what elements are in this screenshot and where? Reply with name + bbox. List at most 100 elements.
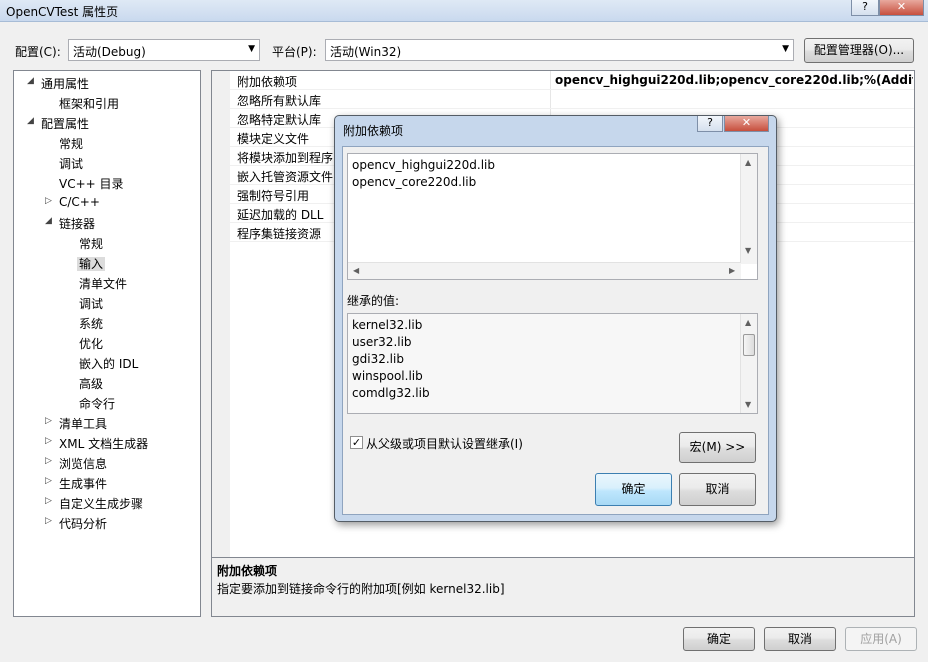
config-label: 配置(C): [15, 45, 61, 59]
tree-item[interactable]: ▷ 生成事件 [45, 475, 108, 492]
tree-item[interactable]: ▷ 浏览信息 [45, 455, 107, 472]
additional-dependencies-dialog: 附加依赖项 ? ✕ opencv_highgui220d.lib opencv_c… [334, 115, 777, 522]
collapsed-arrow-icon[interactable]: ▷ [45, 456, 52, 466]
collapsed-arrow-icon[interactable]: ▷ [45, 436, 52, 446]
property-name: 模块定义文件 [237, 132, 310, 146]
tree-item[interactable]: ▷ 代码分析 [45, 515, 108, 532]
tree-item[interactable]: 常规 [59, 135, 83, 152]
scroll-down-icon[interactable]: ▼ [745, 246, 751, 255]
inherit-checkbox[interactable]: ✓ [350, 436, 363, 449]
tree-item-label: 高级 [79, 377, 104, 391]
platform-label: 平台(P): [272, 45, 317, 59]
dialog-body: opencv_highgui220d.lib opencv_core220d.li… [342, 146, 769, 515]
inherited-entry: user32.lib [352, 335, 412, 349]
tree-item[interactable]: VC++ 目录 [59, 175, 124, 192]
tree-item-label: 系统 [79, 317, 104, 331]
tree-item-label: 代码分析 [59, 517, 108, 531]
scroll-up-icon[interactable]: ▲ [745, 158, 751, 167]
chevron-down-icon: ▼ [248, 44, 255, 54]
scroll-right-icon[interactable]: ▶ [729, 266, 735, 275]
ok-button[interactable]: 确定 [683, 627, 755, 651]
tree-item-label: 输入 [77, 257, 106, 271]
tree-item[interactable]: 系统 [79, 315, 103, 332]
property-name: 强制符号引用 [237, 189, 310, 203]
property-name: 嵌入托管资源文件 [237, 170, 334, 184]
tree-item-label: 嵌入的 IDL [79, 357, 139, 371]
tree-item[interactable]: 输入 [77, 255, 106, 272]
collapsed-arrow-icon[interactable]: ▷ [45, 416, 52, 426]
tree-item[interactable]: 高级 [79, 375, 103, 392]
config-manager-button[interactable]: 配置管理器(O)... [804, 38, 914, 63]
tree-item[interactable]: ▷ 清单工具 [45, 415, 108, 432]
dialog-cancel-button[interactable]: 取消 [679, 473, 756, 506]
tree-item[interactable]: ◢ 通用属性 [27, 75, 89, 92]
vertical-scrollbar[interactable]: ▲ ▼ [740, 314, 757, 413]
property-row[interactable]: 附加依赖项 opencv_highgui220d.lib;opencv_core2… [212, 71, 914, 90]
tree-item-label: 调试 [59, 157, 84, 171]
help-icon: ? [862, 0, 868, 13]
inherited-entry: kernel32.lib [352, 318, 423, 332]
tree-item[interactable]: 调试 [59, 155, 83, 172]
tree-item[interactable]: ◢ 链接器 [45, 215, 95, 232]
expanded-arrow-icon[interactable]: ◢ [27, 116, 34, 126]
dependency-entry: opencv_core220d.lib [352, 175, 477, 189]
category-tree[interactable]: ◢ 通用属性 框架和引用 ◢ 配置属性 常规 调试 VC++ 目录 ▷ C/C++ ◢ 链接器 常规 输入… [13, 70, 201, 617]
tree-item[interactable]: ▷ C/C++ [45, 195, 100, 209]
collapsed-arrow-icon[interactable]: ▷ [45, 516, 52, 526]
property-row[interactable]: 忽略所有默认库 [212, 90, 914, 109]
inherited-entry: winspool.lib [352, 369, 423, 383]
dialog-help-button[interactable]: ? [697, 116, 723, 132]
tree-item[interactable]: 优化 [79, 335, 103, 352]
expanded-arrow-icon[interactable]: ◢ [45, 216, 52, 226]
dependencies-entries: opencv_highgui220d.lib opencv_core220d.li… [352, 157, 495, 191]
description-panel: 附加依赖项 指定要添加到链接命令行的附加项[例如 kernel32.lib] [211, 557, 915, 617]
scroll-thumb[interactable] [743, 334, 755, 356]
property-name: 程序集链接资源 [237, 227, 322, 241]
apply-button[interactable]: 应用(A) [845, 627, 917, 651]
tree-item[interactable]: ▷ XML 文档生成器 [45, 435, 148, 452]
dialog-ok-button[interactable]: 确定 [595, 473, 672, 506]
chevron-down-icon: ▼ [782, 44, 789, 54]
tree-item-label: 常规 [79, 237, 104, 251]
tree-item-label: 生成事件 [59, 477, 108, 491]
config-select[interactable]: 活动(Debug) ▼ [68, 39, 260, 61]
tree-item[interactable]: 框架和引用 [59, 95, 119, 112]
tree-item-label: 常规 [59, 137, 84, 151]
tree-item[interactable]: ◢ 配置属性 [27, 115, 90, 132]
tree-item-label: 调试 [79, 297, 104, 311]
platform-select[interactable]: 活动(Win32) ▼ [325, 39, 794, 61]
macro-button[interactable]: 宏(M) >> [679, 432, 756, 463]
tree-item-label: 自定义生成步骤 [59, 497, 144, 511]
property-name: 忽略所有默认库 [237, 94, 322, 108]
collapsed-arrow-icon[interactable]: ▷ [45, 496, 52, 506]
tree-item[interactable]: 嵌入的 IDL [79, 355, 138, 372]
inherited-values-list: kernel32.lib user32.lib gdi32.lib winspool.… [347, 313, 758, 414]
tree-item[interactable]: 调试 [79, 295, 103, 312]
cancel-button[interactable]: 取消 [764, 627, 836, 651]
scroll-down-icon[interactable]: ▼ [745, 400, 751, 409]
tree-item[interactable]: 清单文件 [79, 275, 127, 292]
close-icon: ✕ [741, 116, 752, 129]
vertical-scrollbar[interactable]: ▲ ▼ [740, 154, 757, 264]
dialog-close-button[interactable]: ✕ [724, 116, 769, 132]
help-button[interactable]: ? [851, 0, 879, 16]
collapsed-arrow-icon[interactable]: ▷ [45, 476, 52, 486]
tree-item-label: 清单工具 [59, 417, 108, 431]
tree-item[interactable]: 命令行 [79, 395, 115, 412]
scroll-left-icon[interactable]: ◀ [353, 266, 359, 275]
scroll-up-icon[interactable]: ▲ [745, 318, 751, 327]
tree-item-label: 配置属性 [41, 117, 90, 131]
inherited-entries: kernel32.lib user32.lib gdi32.lib winspool.… [352, 317, 430, 402]
dependencies-textbox[interactable]: opencv_highgui220d.lib opencv_core220d.li… [347, 153, 758, 280]
dependency-entry: opencv_highgui220d.lib [352, 158, 495, 172]
tree-item-label: 框架和引用 [59, 97, 120, 111]
collapsed-arrow-icon[interactable]: ▷ [45, 196, 52, 206]
property-value[interactable]: opencv_highgui220d.lib;opencv_core220d.l… [555, 73, 913, 87]
tree-item[interactable]: ▷ 自定义生成步骤 [45, 495, 144, 512]
tree-item-label: 命令行 [79, 397, 116, 411]
inherit-checkbox-label[interactable]: 从父级或项目默认设置继承(I) [366, 435, 523, 452]
tree-item[interactable]: 常规 [79, 235, 103, 252]
close-button[interactable]: ✕ [879, 0, 924, 16]
horizontal-scrollbar[interactable]: ◀ ▶ [348, 262, 741, 279]
expanded-arrow-icon[interactable]: ◢ [27, 76, 34, 86]
